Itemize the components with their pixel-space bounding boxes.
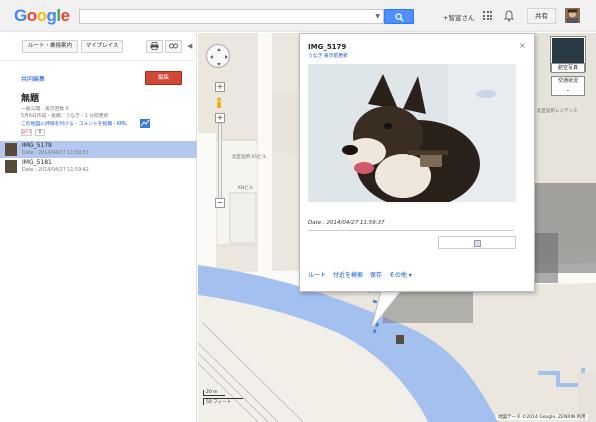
map-copyright: 地図データ ©2014 Google, ZENRIN 利用 [496, 414, 588, 420]
map-info-line: 一般公開 - 表示回数 0 [21, 107, 69, 112]
popup-tail [371, 290, 403, 330]
printer-icon [150, 42, 159, 50]
notification-bell-icon[interactable] [504, 10, 514, 22]
search-icon [395, 13, 404, 22]
google-logo[interactable]: Google [14, 6, 70, 26]
zoom-in-button[interactable]: + [215, 113, 225, 123]
link-icon [169, 43, 178, 49]
zoom-in-button[interactable]: + [215, 82, 225, 92]
logo-letter: g [46, 6, 57, 25]
map-info-line: 5月6日作成 - 投稿：うなぎ - 1 分前更新 [21, 114, 109, 119]
more-link[interactable]: その他 ▾ [389, 272, 412, 279]
edit-button[interactable]: 編集 [145, 71, 182, 85]
gplus-one-button[interactable]: g+1 [21, 129, 32, 136]
user-name-link[interactable]: +智宣さん [443, 12, 474, 22]
list-item-name: IMG_5181 [22, 159, 52, 166]
route-link[interactable]: ルート [308, 272, 326, 279]
route-button[interactable]: ルート・乗換案内 [22, 40, 78, 53]
save-link[interactable]: 保存 [370, 272, 382, 279]
sidebar-toolbar: ルート・乗換案内 マイプレイス ◀ [0, 33, 197, 61]
apps-grid-icon[interactable] [483, 11, 492, 20]
map-scale: 20 m 50 フィート [203, 390, 245, 412]
collaborate-link[interactable]: 共同編集 [21, 74, 45, 83]
chevron-down-icon: ⌄ [565, 87, 571, 93]
map-place-label: KNビル [238, 186, 254, 191]
kml-icon[interactable] [140, 119, 150, 128]
info-window-title: IMG_5179 [308, 43, 347, 51]
logo-letter: G [14, 6, 27, 25]
divider [308, 230, 514, 231]
info-window: IMG_5179 うなぎ 表示前更新 × Date : 2014/04/27 1… [299, 33, 535, 292]
list-item[interactable]: IMG_5179 Date : 2014/04/27 11:59:37 [0, 141, 197, 158]
scale-feet: 50 フィート [203, 398, 243, 405]
search-button[interactable] [384, 9, 414, 24]
image-placeholder[interactable] [438, 236, 516, 249]
search-nearby-link[interactable]: 付近を検索 [333, 272, 363, 279]
pegman-icon[interactable] [215, 97, 223, 111]
logo-letter: e [60, 6, 70, 25]
avatar[interactable] [565, 8, 580, 23]
pan-control[interactable] [206, 44, 230, 68]
list-item-name: IMG_5179 [22, 142, 52, 149]
scale-meters: 20 m [203, 390, 225, 396]
collapse-panel-icon[interactable]: ◀ [187, 42, 192, 50]
print-button[interactable] [146, 40, 163, 53]
logo-letter: o [36, 6, 47, 25]
broken-image-icon [474, 240, 481, 247]
top-bar: Google ▼ +智宣さん 共有 [0, 0, 596, 32]
traffic-button[interactable]: 交通状況 ⌄ [551, 76, 585, 96]
satellite-view-button[interactable]: 航空写真 [551, 63, 585, 73]
search-input[interactable]: ▼ [79, 9, 384, 24]
photo-thumbnail [5, 143, 17, 156]
logo-letter: o [26, 6, 37, 25]
map-place-label: 北区役所レジデンス [537, 109, 578, 114]
link-button[interactable] [165, 40, 182, 53]
search-dropdown-icon[interactable]: ▼ [375, 13, 380, 20]
map-place-label: 北区役所 A5ビル [232, 155, 267, 160]
sidebar: ルート・乗換案内 マイプレイス ◀ 共同編集 編集 無題 一般公開 - 表示回数… [0, 33, 197, 422]
zoom-out-button[interactable]: − [215, 198, 225, 208]
info-window-author-link[interactable]: うなぎ 表示前更新 [308, 52, 348, 59]
list-item-date: Date : 2014/04/27 11:59:37 [22, 151, 89, 156]
info-window-date: Date : 2014/04/27 11:59:37 [308, 220, 385, 226]
list-item[interactable]: IMG_5181 Date : 2014/04/27 11:59:42 [0, 158, 197, 175]
map-title: 無題 [21, 94, 40, 104]
info-window-actions: ルート 付近を検索 保存 その他 ▾ [308, 270, 417, 279]
map-action-links[interactable]: この地図に評価を付ける - コメントを投稿 - KML [21, 120, 127, 127]
traffic-label: 交通状況 [557, 78, 578, 84]
photo-thumbnail [5, 160, 17, 173]
my-places-button[interactable]: マイプレイス [81, 40, 123, 53]
dog-photo[interactable] [308, 64, 516, 202]
close-icon[interactable]: × [519, 41, 526, 50]
list-item-date: Date : 2014/04/27 11:59:42 [22, 168, 89, 173]
share-button[interactable]: 共有 [527, 8, 556, 24]
zoom-slider[interactable] [218, 123, 222, 205]
gplus-count: 0 [35, 129, 45, 136]
